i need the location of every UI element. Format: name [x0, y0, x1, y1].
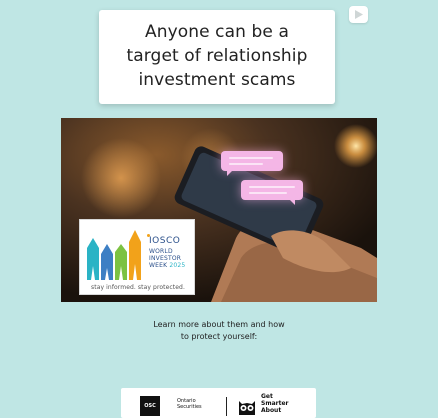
headline-line-3: investment scams: [138, 70, 296, 90]
play-button[interactable]: [349, 6, 368, 23]
world-investor-week: WORLD INVESTOR WEEK 2025: [149, 248, 185, 269]
gsa-name: Get Smarter About: [261, 393, 288, 414]
page: Anyone can be a target of relationship i…: [0, 0, 438, 418]
headline-line-2: target of relationship: [126, 46, 308, 66]
learn-more-text: Learn more about them and how to protect…: [100, 319, 338, 343]
week-line-2: INVESTOR: [149, 255, 182, 262]
play-icon: [355, 10, 363, 19]
osc-logo: OSC: [140, 396, 160, 416]
osc-line-2: Securities: [177, 404, 202, 410]
osc-name: Ontario Securities: [177, 398, 202, 410]
gsa-line-2: Smarter: [261, 400, 289, 407]
chat-bubble-icon: [221, 151, 283, 176]
chat-bubble-icon: [241, 180, 303, 205]
week-line-1: WORLD: [149, 248, 173, 255]
headline-line-1: Anyone can be a: [144, 22, 290, 42]
badge-tagline: stay informed. stay protected.: [91, 284, 185, 291]
headline-card: Anyone can be a target of relationship i…: [99, 10, 335, 104]
iosco-logo-icon: [87, 230, 141, 280]
learn-more-line-1: Learn more about them and how: [153, 320, 285, 329]
gsa-line-3: About: [261, 407, 282, 414]
partner-logos: OSC Ontario Securities Get Smarter About: [121, 388, 316, 418]
logo-divider: [226, 397, 227, 416]
owl-icon: [239, 401, 255, 415]
learn-more-line-2: to protect yourself:: [180, 332, 258, 341]
iosco-badge: IOSCO WORLD INVESTOR WEEK 2025 stay info…: [79, 219, 195, 295]
gsa-line-1: Get: [261, 393, 273, 400]
week-label: WEEK: [149, 262, 168, 269]
week-year: 2025: [169, 262, 186, 269]
iosco-wordmark: IOSCO: [146, 234, 181, 246]
week-line-3: WEEK 2025: [149, 262, 185, 269]
